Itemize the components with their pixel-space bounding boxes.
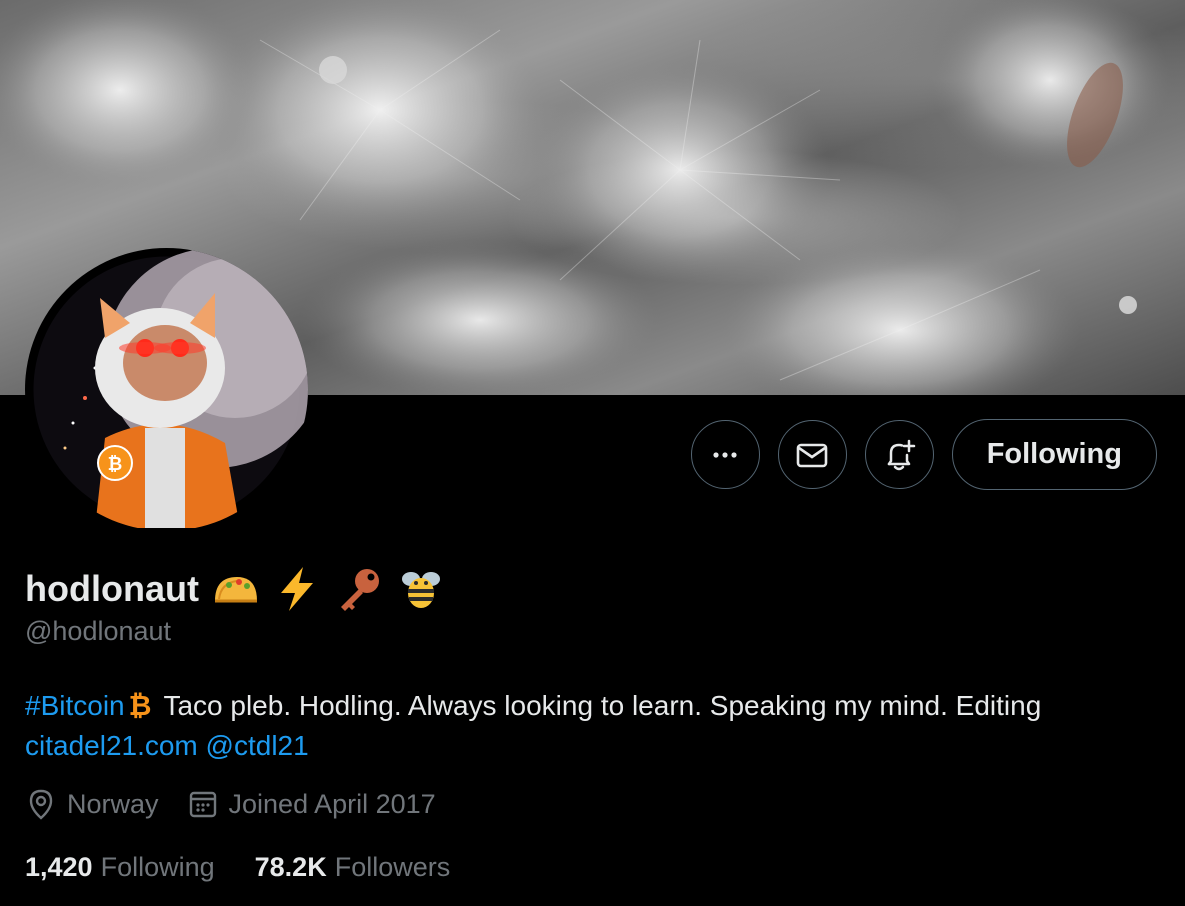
followers-stat-link[interactable]: 78.2K Followers [255,852,451,883]
following-count: 1,420 [25,852,93,882]
following-label: Following [100,852,215,882]
envelope-icon [796,443,828,467]
more-button[interactable] [690,420,760,489]
more-dots-icon [713,451,737,458]
profile-bio: #Bitcoin ₿ Taco pleb. Hodling. Always look… [25,686,1165,766]
joined-text: Joined April 2017 [228,788,436,819]
followers-label: Followers [334,852,451,882]
following-button[interactable]: Following [951,419,1157,490]
profile-stats: 1,420 Following 78.2K Followers [25,852,490,883]
location-pin-icon [29,789,53,820]
location-text: Norway [67,788,159,819]
profile-meta: Norway Joined April 2017 [25,788,464,820]
avatar-image: ₿ [33,248,308,528]
ctdl21-mention-link[interactable]: @ctdl21 [206,730,309,761]
message-button[interactable] [777,420,847,489]
svg-text:₿: ₿ [108,454,123,475]
lightning-emoji [271,563,323,615]
bitcoin-hashtag-link[interactable]: #Bitcoin [25,690,125,721]
profile-handle: @hodlonaut [25,616,172,646]
joined-item: Joined April 2017 [187,788,436,820]
bio-text: Taco pleb. Hodling. Always looking to le… [163,690,1042,721]
taco-emoji [209,563,261,615]
citadel21-link[interactable]: citadel21.com [25,730,198,761]
key-emoji [333,563,385,615]
followers-count: 78.2K [254,852,327,882]
calendar-icon [189,791,216,818]
profile-actions: Following [690,419,1157,490]
profile-avatar[interactable]: ₿ [25,248,308,531]
location-item: Norway [25,788,159,820]
following-stat-link[interactable]: 1,420 Following [25,852,215,883]
bee-emoji [395,563,447,615]
display-name: hodlonaut [25,568,199,609]
notifications-button[interactable] [864,420,934,489]
bell-plus-icon [887,439,916,470]
bitcoin-symbol-icon: ₿ [128,690,152,721]
profile-name-row: hodlonaut [25,563,447,615]
